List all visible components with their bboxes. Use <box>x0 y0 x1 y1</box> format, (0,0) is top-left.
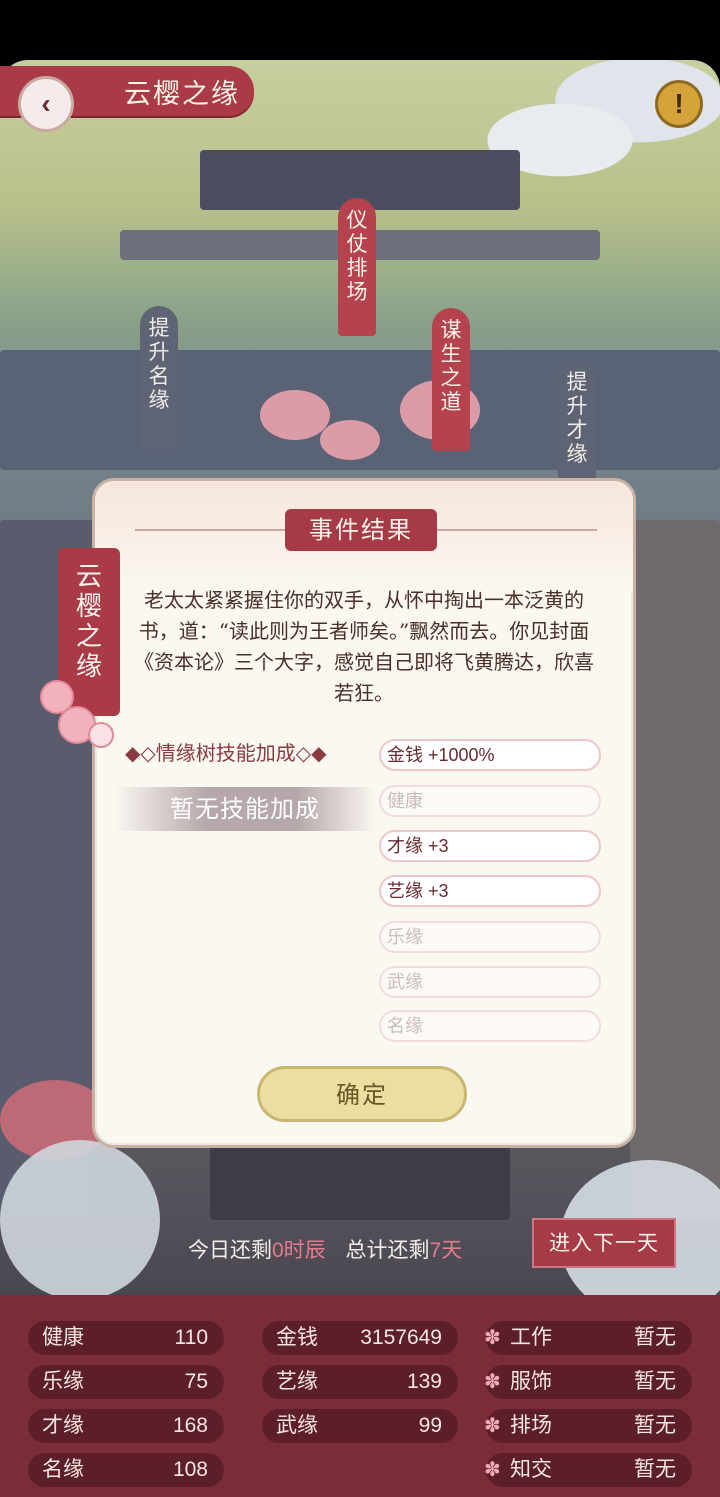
stat-martial: 武缘 99 <box>262 1409 458 1443</box>
no-skill-label: 暂无技能加成 <box>115 787 375 831</box>
stat-label: 金钱 <box>276 1326 318 1349</box>
tag-char: 升 <box>148 340 170 364</box>
map-tag-ceremony[interactable]: 仪仗排场 <box>338 198 376 336</box>
cherry-tree <box>260 390 330 440</box>
stat-retinue[interactable]: ✽ 排场 暂无 <box>484 1409 692 1443</box>
tag-char: 升 <box>566 394 588 418</box>
tag-char: 排 <box>346 256 368 280</box>
tag-char: 谋 <box>440 318 462 342</box>
chevron-left-icon: ‹ <box>41 88 51 119</box>
tag-char: 提 <box>566 370 588 394</box>
sakura-icon: ✽ <box>484 1371 501 1393</box>
sakura-icon: ✽ <box>484 1415 501 1437</box>
tag-char: 提 <box>148 316 170 340</box>
gate-roof <box>210 1140 510 1220</box>
total-value: 7天 <box>429 1239 463 1262</box>
stat-label: 服饰 <box>510 1370 552 1393</box>
stat-value: 暂无 <box>634 1458 676 1481</box>
stat-label: 才缘 <box>42 1414 84 1437</box>
ribbon-char: 云 <box>75 562 102 592</box>
right-buildings <box>630 520 720 1220</box>
tag-char: 之 <box>440 366 462 390</box>
stat-label: 知交 <box>510 1458 552 1481</box>
tag-char: 仪 <box>346 208 368 232</box>
stat-value: 暂无 <box>634 1414 676 1437</box>
info-alert-button[interactable]: ! <box>655 80 703 128</box>
stats-panel: 健康 110 乐缘 75 才缘 168 名缘 108 金钱 3157649 艺缘 139 武… <box>0 1295 720 1497</box>
today-label: 今日还剩 <box>188 1239 272 1262</box>
attr-talent: 才缘 +3 <box>379 830 601 862</box>
cherry-tree <box>320 420 380 460</box>
sakura-icon: ✽ <box>484 1327 501 1349</box>
event-message: 老太太紧紧握住你的双手，从怀中掏出一本泛黄的书，道：“读此则为王者师矣。”飘然而… <box>134 588 594 705</box>
skill-bonus-heading: ◆◇情缘树技能加成◇◆ <box>125 741 327 765</box>
stat-value: 暂无 <box>634 1326 676 1349</box>
tag-char: 生 <box>440 342 462 366</box>
next-day-button[interactable]: 进入下一天 <box>532 1218 676 1268</box>
attr-music: 乐缘 <box>379 921 601 953</box>
stat-money: 金钱 3157649 <box>262 1321 458 1355</box>
tag-char: 仗 <box>346 232 368 256</box>
today-value: 0时辰 <box>272 1239 326 1262</box>
stat-fame: 名缘 108 <box>28 1453 224 1487</box>
page-title: 云樱之缘 <box>124 79 240 110</box>
stat-value: 108 <box>172 1458 208 1481</box>
tag-char: 缘 <box>148 388 170 412</box>
attr-martial: 武缘 <box>379 966 601 998</box>
attr-health: 健康 <box>379 785 601 817</box>
stat-value: 暂无 <box>634 1370 676 1393</box>
stat-music: 乐缘 75 <box>28 1365 224 1399</box>
tag-char: 道 <box>440 390 462 414</box>
map-tag-fame[interactable]: 提升名缘 <box>140 306 178 449</box>
stat-talent: 才缘 168 <box>28 1409 224 1443</box>
stat-health: 健康 110 <box>28 1321 224 1355</box>
tag-char: 场 <box>346 280 368 304</box>
stat-label: 排场 <box>510 1414 552 1437</box>
back-button[interactable]: ‹ <box>18 76 74 132</box>
tag-char: 缘 <box>566 442 588 466</box>
exclamation-icon: ! <box>674 88 684 119</box>
status-bar-area <box>0 0 720 60</box>
sakura-icon <box>88 722 114 748</box>
stat-label: 艺缘 <box>276 1370 318 1393</box>
map-tag-livelihood[interactable]: 谋生之道 <box>432 308 470 451</box>
tag-char: 名 <box>148 364 170 388</box>
stat-value: 139 <box>406 1370 442 1393</box>
stat-value: 99 <box>418 1414 442 1437</box>
sakura-icon: ✽ <box>484 1459 501 1481</box>
time-remaining: 今日还剩0时辰 总计还剩7天 <box>188 1234 462 1264</box>
stat-label: 乐缘 <box>42 1370 84 1393</box>
stat-job[interactable]: ✽ 工作 暂无 <box>484 1321 692 1355</box>
ribbon-char: 之 <box>75 622 102 652</box>
ribbon-char: 樱 <box>75 592 102 622</box>
dialog-title: 事件结果 <box>285 509 437 551</box>
stat-value: 168 <box>172 1414 208 1437</box>
event-result-dialog: 事件结果 老太太紧紧握住你的双手，从怀中掏出一本泛黄的书，道：“读此则为王者师矣… <box>92 478 636 1148</box>
stat-art: 艺缘 139 <box>262 1365 458 1399</box>
stat-label: 武缘 <box>276 1414 318 1437</box>
stat-label: 名缘 <box>42 1458 84 1481</box>
stat-label: 健康 <box>42 1326 84 1349</box>
stat-outfit[interactable]: ✽ 服饰 暂无 <box>484 1365 692 1399</box>
cloud <box>0 1140 160 1295</box>
attr-fame: 名缘 <box>379 1010 601 1042</box>
stat-friends[interactable]: ✽ 知交 暂无 <box>484 1453 692 1487</box>
divider <box>135 529 285 531</box>
attr-money: 金钱 +1000% <box>379 739 601 771</box>
stat-value: 3157649 <box>360 1326 442 1349</box>
ribbon-char: 缘 <box>75 652 102 682</box>
stat-value: 110 <box>174 1326 208 1349</box>
attr-art: 艺缘 +3 <box>379 875 601 907</box>
total-label: 总计还剩 <box>345 1239 430 1262</box>
stat-value: 75 <box>184 1370 208 1393</box>
stat-label: 工作 <box>510 1326 552 1349</box>
divider <box>437 529 597 531</box>
confirm-button[interactable]: 确定 <box>257 1066 467 1122</box>
tag-char: 才 <box>566 418 588 442</box>
